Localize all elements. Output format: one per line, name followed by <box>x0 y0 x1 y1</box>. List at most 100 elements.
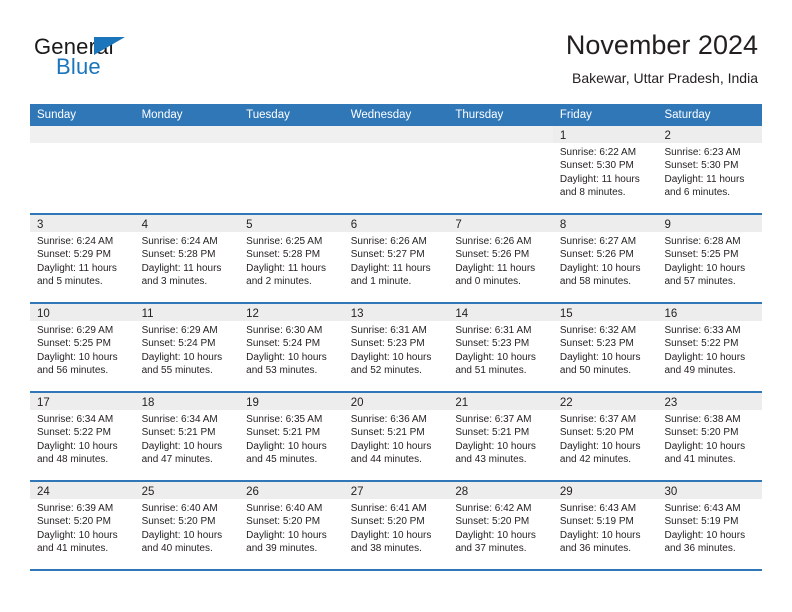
day-info <box>344 143 449 146</box>
day-cell-empty <box>239 126 344 213</box>
day-number-band: 2 <box>657 126 763 143</box>
day-info: Sunrise: 6:36 AM Sunset: 5:21 PM Daylight:… <box>344 410 449 467</box>
day-info-line: Sunrise: 6:34 AM <box>141 414 218 425</box>
logo-text-blue: Blue <box>56 54 101 79</box>
day-info-line: Sunset: 5:24 PM <box>246 338 321 350</box>
day-info-line: Daylight: 10 hours <box>664 529 746 541</box>
day-number: 23 <box>664 397 678 409</box>
day-cell-22[interactable]: 22 Sunrise: 6:37 AM Sunset: 5:20 PM Dayligh… <box>552 393 658 480</box>
day-number-band <box>30 126 135 143</box>
day-info-line: Sunrise: 6:36 AM <box>350 414 427 425</box>
day-info-line: Daylight: 10 hours <box>664 351 746 363</box>
day-number-band: 10 <box>30 304 135 321</box>
day-cell-16[interactable]: 16 Sunrise: 6:33 AM Sunset: 5:22 PM Dayligh… <box>657 304 763 391</box>
day-cell-15[interactable]: 15 Sunrise: 6:32 AM Sunset: 5:23 PM Dayligh… <box>552 304 658 391</box>
day-info <box>30 143 135 146</box>
day-cell-13[interactable]: 13 Sunrise: 6:31 AM Sunset: 5:23 PM Dayligh… <box>343 304 449 391</box>
day-cell-25[interactable]: 25 Sunrise: 6:40 AM Sunset: 5:20 PM Dayligh… <box>134 482 240 569</box>
day-number: 27 <box>350 486 364 498</box>
calendar-week-row: 24 Sunrise: 6:39 AM Sunset: 5:20 PM Dayligh… <box>30 482 763 571</box>
day-info-line: Sunset: 5:28 PM <box>141 249 216 261</box>
day-cell-14[interactable]: 14 Sunrise: 6:31 AM Sunset: 5:23 PM Dayligh… <box>448 304 553 391</box>
day-info-line: and 41 minutes. <box>37 543 109 555</box>
day-number-band: 29 <box>552 482 658 499</box>
calendar-page: General Blue November 2024 Bakewar, Utta… <box>0 0 792 612</box>
day-cell-10[interactable]: 10 Sunrise: 6:29 AM Sunset: 5:25 PM Dayligh… <box>30 304 135 391</box>
day-cell-17[interactable]: 17 Sunrise: 6:34 AM Sunset: 5:22 PM Dayligh… <box>30 393 135 480</box>
day-info-line: Sunrise: 6:33 AM <box>664 325 741 336</box>
day-info-line: Daylight: 11 hours <box>141 262 222 274</box>
day-cell-8[interactable]: 8 Sunrise: 6:27 AM Sunset: 5:26 PM Daylight… <box>552 215 658 302</box>
day-cell-1[interactable]: 1 Sunrise: 6:22 AM Sunset: 5:30 PM Daylight… <box>552 126 658 213</box>
day-info: Sunrise: 6:23 AM Sunset: 5:30 PM Daylight:… <box>657 143 762 200</box>
day-info: Sunrise: 6:26 AM Sunset: 5:27 PM Daylight:… <box>344 232 449 289</box>
day-info: Sunrise: 6:43 AM Sunset: 5:19 PM Daylight:… <box>553 499 658 556</box>
day-info-line: Daylight: 10 hours <box>246 440 327 452</box>
day-number-band: 3 <box>30 215 135 232</box>
day-info-line: and 3 minutes. <box>141 276 208 288</box>
day-cell-20[interactable]: 20 Sunrise: 6:36 AM Sunset: 5:21 PM Dayligh… <box>343 393 449 480</box>
day-number-band: 12 <box>239 304 344 321</box>
day-cell-7[interactable]: 7 Sunrise: 6:26 AM Sunset: 5:26 PM Daylight… <box>448 215 553 302</box>
day-cell-23[interactable]: 23 Sunrise: 6:38 AM Sunset: 5:20 PM Dayligh… <box>657 393 763 480</box>
day-info: Sunrise: 6:27 AM Sunset: 5:26 PM Daylight:… <box>553 232 658 289</box>
day-number: 2 <box>664 130 671 142</box>
day-info <box>448 143 553 146</box>
day-number: 28 <box>455 486 469 498</box>
day-cell-28[interactable]: 28 Sunrise: 6:42 AM Sunset: 5:20 PM Dayligh… <box>448 482 553 569</box>
day-cell-3[interactable]: 3 Sunrise: 6:24 AM Sunset: 5:29 PM Daylight… <box>30 215 135 302</box>
day-info: Sunrise: 6:34 AM Sunset: 5:22 PM Daylight:… <box>30 410 135 467</box>
day-cell-9[interactable]: 9 Sunrise: 6:28 AM Sunset: 5:25 PM Daylight… <box>657 215 763 302</box>
day-info-line: and 48 minutes. <box>37 454 109 466</box>
day-info-line: Sunrise: 6:24 AM <box>141 236 218 247</box>
day-cell-26[interactable]: 26 Sunrise: 6:40 AM Sunset: 5:20 PM Dayligh… <box>239 482 344 569</box>
day-cell-11[interactable]: 11 Sunrise: 6:29 AM Sunset: 5:24 PM Dayligh… <box>134 304 240 391</box>
day-info-line: Sunset: 5:19 PM <box>559 516 634 528</box>
day-number-band <box>239 126 344 143</box>
day-info: Sunrise: 6:26 AM Sunset: 5:26 PM Daylight:… <box>448 232 553 289</box>
day-info-line: Daylight: 10 hours <box>37 440 118 452</box>
day-cell-12[interactable]: 12 Sunrise: 6:30 AM Sunset: 5:24 PM Dayligh… <box>239 304 344 391</box>
day-info-line: Daylight: 10 hours <box>559 440 641 452</box>
day-number-band: 9 <box>657 215 763 232</box>
day-cell-2[interactable]: 2 Sunrise: 6:23 AM Sunset: 5:30 PM Daylight… <box>657 126 763 213</box>
day-info-line: Daylight: 11 hours <box>455 262 536 274</box>
day-cell-24[interactable]: 24 Sunrise: 6:39 AM Sunset: 5:20 PM Dayligh… <box>30 482 135 569</box>
day-info-line: Sunset: 5:20 PM <box>664 427 739 439</box>
day-info-line: Daylight: 10 hours <box>350 351 432 363</box>
day-info-line: and 40 minutes. <box>141 543 213 555</box>
day-cell-21[interactable]: 21 Sunrise: 6:37 AM Sunset: 5:21 PM Dayligh… <box>448 393 553 480</box>
day-cell-19[interactable]: 19 Sunrise: 6:35 AM Sunset: 5:21 PM Dayligh… <box>239 393 344 480</box>
day-cell-6[interactable]: 6 Sunrise: 6:26 AM Sunset: 5:27 PM Daylight… <box>343 215 449 302</box>
day-info-line: Sunrise: 6:43 AM <box>664 503 741 514</box>
day-number-band: 19 <box>239 393 344 410</box>
day-info: Sunrise: 6:37 AM Sunset: 5:21 PM Daylight:… <box>448 410 553 467</box>
day-info: Sunrise: 6:35 AM Sunset: 5:21 PM Daylight:… <box>239 410 344 467</box>
day-cell-18[interactable]: 18 Sunrise: 6:34 AM Sunset: 5:21 PM Dayligh… <box>134 393 240 480</box>
day-cell-4[interactable]: 4 Sunrise: 6:24 AM Sunset: 5:28 PM Daylight… <box>134 215 240 302</box>
day-number-band: 13 <box>343 304 449 321</box>
day-info: Sunrise: 6:41 AM Sunset: 5:20 PM Daylight:… <box>344 499 449 556</box>
day-info-line: Daylight: 10 hours <box>246 351 327 363</box>
day-info-line: Daylight: 10 hours <box>37 351 118 363</box>
day-info-line: Sunrise: 6:31 AM <box>350 325 427 336</box>
day-number-band <box>134 126 240 143</box>
day-cell-5[interactable]: 5 Sunrise: 6:25 AM Sunset: 5:28 PM Daylight… <box>239 215 344 302</box>
day-info-line: Sunrise: 6:25 AM <box>246 236 323 247</box>
day-cell-30[interactable]: 30 Sunrise: 6:43 AM Sunset: 5:19 PM Dayligh… <box>657 482 763 569</box>
day-info-line: and 2 minutes. <box>246 276 312 288</box>
day-number: 14 <box>455 308 469 320</box>
day-info-line: Daylight: 11 hours <box>37 262 117 274</box>
page-header: General Blue November 2024 Bakewar, Utta… <box>34 28 758 96</box>
day-cell-29[interactable]: 29 Sunrise: 6:43 AM Sunset: 5:19 PM Dayligh… <box>552 482 658 569</box>
day-info: Sunrise: 6:37 AM Sunset: 5:20 PM Daylight:… <box>553 410 658 467</box>
day-info-line: Sunset: 5:30 PM <box>664 160 739 172</box>
day-info-line: and 38 minutes. <box>350 543 422 555</box>
day-info-line: Daylight: 10 hours <box>559 351 641 363</box>
day-info-line: Sunset: 5:21 PM <box>141 427 216 439</box>
day-cell-27[interactable]: 27 Sunrise: 6:41 AM Sunset: 5:20 PM Dayligh… <box>343 482 449 569</box>
general-blue-logo[interactable]: General Blue <box>34 34 224 82</box>
day-info-line: and 8 minutes. <box>559 187 626 199</box>
calendar-weeks: 1 Sunrise: 6:22 AM Sunset: 5:30 PM Daylight… <box>30 126 763 571</box>
day-info-line: and 41 minutes. <box>664 454 736 466</box>
